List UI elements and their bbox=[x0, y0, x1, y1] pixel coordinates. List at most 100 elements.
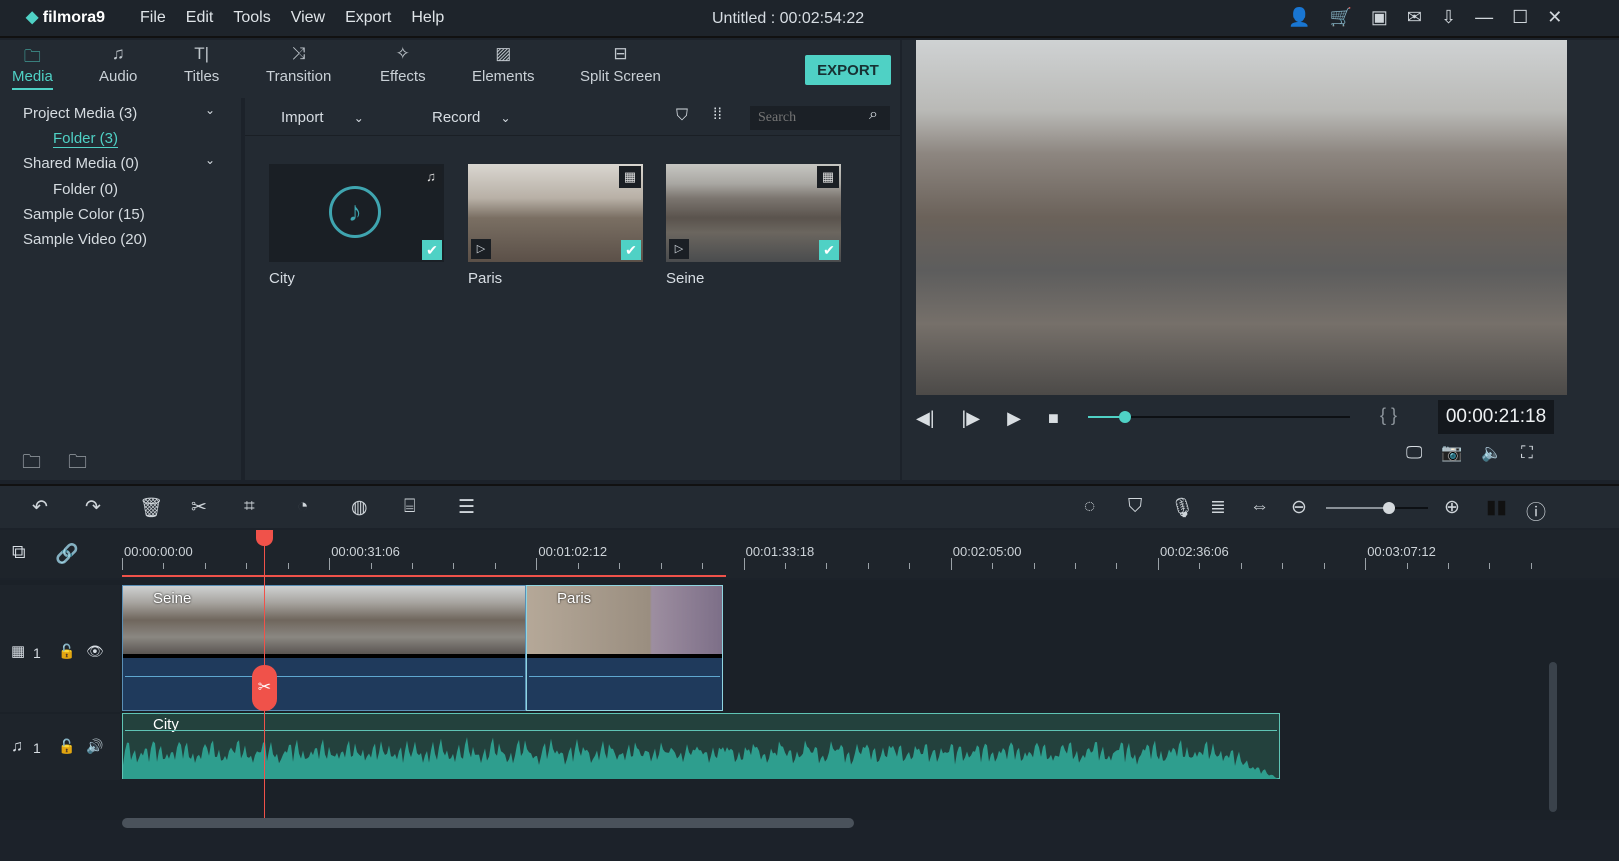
sidebar-item-sample-video[interactable]: Sample Video (20) bbox=[23, 231, 147, 248]
media-item-paris[interactable]: ▦ ✔ ▷ bbox=[468, 164, 643, 262]
save-icon[interactable]: ▣ bbox=[1371, 7, 1388, 27]
mail-icon[interactable]: ✉ bbox=[1407, 7, 1422, 27]
audio-clip-city[interactable]: City bbox=[122, 713, 1280, 779]
close-icon[interactable]: ✕ bbox=[1547, 7, 1562, 27]
ruler-tick bbox=[370, 563, 372, 569]
export-button[interactable]: EXPORT bbox=[805, 55, 891, 85]
render-preview-icon[interactable]: ◌ bbox=[1084, 496, 1095, 518]
menu-export[interactable]: Export bbox=[345, 9, 391, 26]
sidebar-item-sample-color[interactable]: Sample Color (15) bbox=[23, 206, 145, 223]
track-number: 1 bbox=[33, 740, 41, 756]
zoom-slider[interactable] bbox=[1326, 502, 1428, 514]
zoom-handle[interactable] bbox=[1383, 502, 1396, 514]
menu-help[interactable]: Help bbox=[411, 9, 444, 26]
tab-audio[interactable]: ♫ Audio bbox=[99, 44, 137, 85]
tab-titles[interactable]: T| Titles bbox=[184, 44, 219, 85]
search-icon[interactable]: ⌕ bbox=[869, 106, 878, 124]
play-preview-icon[interactable]: ▷ bbox=[471, 239, 491, 259]
media-item-seine[interactable]: ▦ ✔ ▷ bbox=[666, 164, 841, 262]
tab-label: Titles bbox=[184, 68, 220, 85]
download-icon[interactable]: ⇩ bbox=[1441, 7, 1456, 27]
menu-edit[interactable]: Edit bbox=[186, 9, 214, 26]
ruler-tick bbox=[619, 563, 621, 569]
help-icon[interactable]: ⓘ bbox=[1526, 496, 1546, 525]
ruler-tick bbox=[1489, 563, 1491, 569]
tab-transition[interactable]: ⤨ Transition bbox=[266, 44, 331, 85]
audio-mixer-icon[interactable]: ≣ bbox=[1210, 496, 1226, 519]
snapshot-icon[interactable]: 📷 bbox=[1441, 443, 1462, 462]
volume-icon[interactable]: 🔈 bbox=[1481, 443, 1502, 462]
stop-icon[interactable]: ■ bbox=[1048, 408, 1059, 428]
video-clip-paris[interactable]: Paris bbox=[526, 585, 723, 711]
clip-label: Paris bbox=[557, 590, 592, 607]
timeline-ruler[interactable]: ⧉ 🔗 00:00:00:00 00:00:31:06 00:01:02:12 00:… bbox=[0, 530, 1619, 578]
minimize-icon[interactable]: — bbox=[1475, 7, 1493, 27]
marker-icon[interactable]: ⛉ bbox=[1128, 496, 1142, 518]
mark-in-out-icon[interactable]: { } bbox=[1380, 405, 1397, 426]
ruler-tick-label: 00:01:02:12 bbox=[538, 544, 608, 559]
play-icon[interactable]: ▶ bbox=[1007, 408, 1021, 428]
sidebar-item-shared-media[interactable]: Shared Media (0) bbox=[23, 155, 139, 172]
ruler-tick-label: 00:02:05:00 bbox=[952, 544, 1022, 559]
ruler-tick-label: 00:02:36:06 bbox=[1160, 544, 1229, 559]
video-clip-seine[interactable]: Seine bbox=[122, 585, 526, 711]
playhead-handle[interactable] bbox=[256, 530, 273, 546]
playhead[interactable]: ✂ bbox=[252, 530, 277, 818]
chevron-down-icon[interactable]: ⌄ bbox=[205, 103, 215, 117]
play-preview-icon[interactable]: ▷ bbox=[669, 239, 689, 259]
grid-view-icon[interactable]: ⁞⁞ bbox=[713, 106, 722, 124]
menu-view[interactable]: View bbox=[291, 9, 325, 26]
zoom-in-icon[interactable]: ⊕ bbox=[1444, 496, 1460, 519]
menu-tools[interactable]: Tools bbox=[233, 9, 270, 26]
lock-icon[interactable]: 🔓 bbox=[58, 643, 75, 660]
panel-toggle-icon[interactable]: ▮▮ bbox=[1486, 496, 1507, 519]
microphone-icon[interactable]: 🎙 bbox=[1170, 496, 1194, 520]
chevron-down-icon[interactable]: ⌄ bbox=[205, 153, 215, 167]
vertical-scrollbar[interactable] bbox=[1549, 662, 1557, 812]
user-icon[interactable]: 👤 bbox=[1288, 7, 1310, 27]
menu-file[interactable]: File bbox=[140, 9, 166, 26]
zoom-out-icon[interactable]: ⊖ bbox=[1291, 496, 1307, 519]
previous-frame-icon[interactable]: ◀| bbox=[916, 408, 935, 428]
ruler-tick bbox=[743, 558, 745, 570]
media-item-city[interactable]: ♪ ♫ ✔ bbox=[269, 164, 444, 262]
eye-icon[interactable]: 👁 bbox=[86, 643, 104, 660]
maximize-icon[interactable]: ☐ bbox=[1512, 7, 1528, 27]
tab-split-screen[interactable]: ⊟ Split Screen bbox=[580, 44, 661, 85]
green-screen-icon[interactable]: ⌸ bbox=[404, 496, 415, 518]
tab-media[interactable]: 🗀 Media bbox=[12, 44, 53, 90]
record-dropdown[interactable]: Record ⌄ bbox=[432, 109, 511, 126]
fit-timeline-icon[interactable]: ⇔ bbox=[1250, 496, 1269, 518]
next-frame-icon[interactable]: |▶ bbox=[962, 408, 981, 428]
delete-folder-icon[interactable]: 🗀 bbox=[68, 448, 87, 480]
redo-icon[interactable]: ↷ bbox=[85, 496, 101, 519]
scissors-icon[interactable]: ✂ bbox=[252, 665, 277, 711]
link-icon[interactable]: 🔗 bbox=[55, 542, 79, 566]
sidebar-item-shared-folder[interactable]: Folder (0) bbox=[53, 181, 118, 198]
delete-icon[interactable]: 🗑 bbox=[139, 496, 163, 520]
cut-icon[interactable]: ✂ bbox=[191, 496, 207, 519]
crop-icon[interactable]: ⌗ bbox=[244, 496, 255, 518]
undo-icon[interactable]: ↶ bbox=[32, 496, 48, 519]
tab-elements[interactable]: ▨ Elements bbox=[472, 44, 535, 85]
speed-icon[interactable]: ◔ bbox=[297, 496, 308, 518]
lock-icon[interactable]: 🔓 bbox=[58, 738, 75, 755]
adjust-icon[interactable]: ☰ bbox=[458, 496, 475, 519]
sidebar-item-folder[interactable]: Folder (3) bbox=[53, 130, 119, 148]
scrubber-handle[interactable] bbox=[1118, 411, 1131, 423]
add-track-icon[interactable]: ⧉ bbox=[12, 542, 26, 564]
effects-icon: ✧ bbox=[395, 44, 410, 63]
fullscreen-icon[interactable]: ⛶ bbox=[1521, 443, 1533, 462]
sidebar-item-project-media[interactable]: Project Media (3) bbox=[23, 105, 137, 122]
tab-effects[interactable]: ✧ Effects bbox=[380, 44, 426, 85]
speaker-icon[interactable]: 🔊 bbox=[86, 738, 103, 755]
playback-scrubber[interactable] bbox=[1088, 411, 1350, 423]
color-icon[interactable]: ◍ bbox=[351, 496, 368, 519]
display-settings-icon[interactable]: 🖵 bbox=[1406, 443, 1422, 462]
import-dropdown[interactable]: Import ⌄ bbox=[281, 109, 364, 126]
tab-label: Audio bbox=[99, 68, 138, 85]
cart-icon[interactable]: 🛒 bbox=[1329, 7, 1351, 27]
horizontal-scrollbar[interactable] bbox=[122, 818, 854, 828]
new-folder-icon[interactable]: 🗀 bbox=[22, 448, 41, 480]
filter-icon[interactable]: ⛉ bbox=[676, 107, 688, 125]
